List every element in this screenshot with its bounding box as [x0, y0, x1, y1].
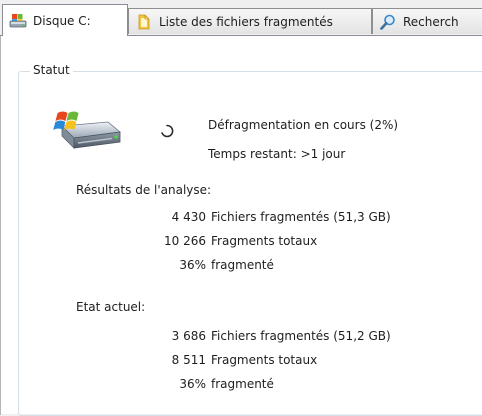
tab-strip: Disque C: Liste des fichiers fragmentés … [0, 0, 482, 40]
analysis-total-fragments-count: 10 266 [164, 234, 206, 248]
analysis-fragmented-files-label: Fichiers fragmentés (51,3 GB) [211, 210, 391, 224]
analysis-fragmented-files-count: 4 430 [171, 210, 206, 224]
tab-label: Disque C: [33, 13, 91, 28]
defrag-progress-text: Défragmentation en cours (2%) [208, 118, 399, 132]
tab-search[interactable]: Recherch [372, 8, 482, 34]
panel-border [0, 36, 1, 415]
tab-disque-c[interactable]: Disque C: [2, 4, 128, 36]
analysis-fragmented-percent: 36% [179, 258, 206, 272]
current-fragmented-files-count: 3 686 [171, 329, 206, 343]
current-fragmented-label: fragmenté [211, 377, 274, 391]
current-total-fragments-count: 8 511 [171, 353, 206, 367]
tab-label: Recherch [403, 14, 459, 29]
search-icon [380, 14, 395, 30]
folder-icon [138, 14, 150, 29]
analysis-fragmented-label: fragmenté [211, 258, 274, 272]
current-fragmented-percent: 36% [179, 377, 206, 391]
tab-fragmented-files[interactable]: Liste des fichiers fragmentés [128, 8, 372, 34]
status-group-title: Statut [30, 63, 73, 77]
tab-label: Liste des fichiers fragmentés [159, 14, 333, 29]
analysis-results-title: Résultats de l'analyse: [76, 183, 212, 197]
time-remaining-text: Temps restant: >1 jour [208, 147, 346, 161]
analysis-total-fragments-label: Fragments totaux [211, 234, 318, 248]
current-fragmented-files-label: Fichiers fragmentés (51,2 GB) [211, 329, 391, 343]
busy-spinner-icon [161, 124, 174, 138]
current-total-fragments-label: Fragments totaux [211, 353, 318, 367]
hard-drive-icon [53, 111, 121, 149]
drive-icon [9, 13, 27, 27]
current-state-title: Etat actuel: [76, 300, 146, 314]
